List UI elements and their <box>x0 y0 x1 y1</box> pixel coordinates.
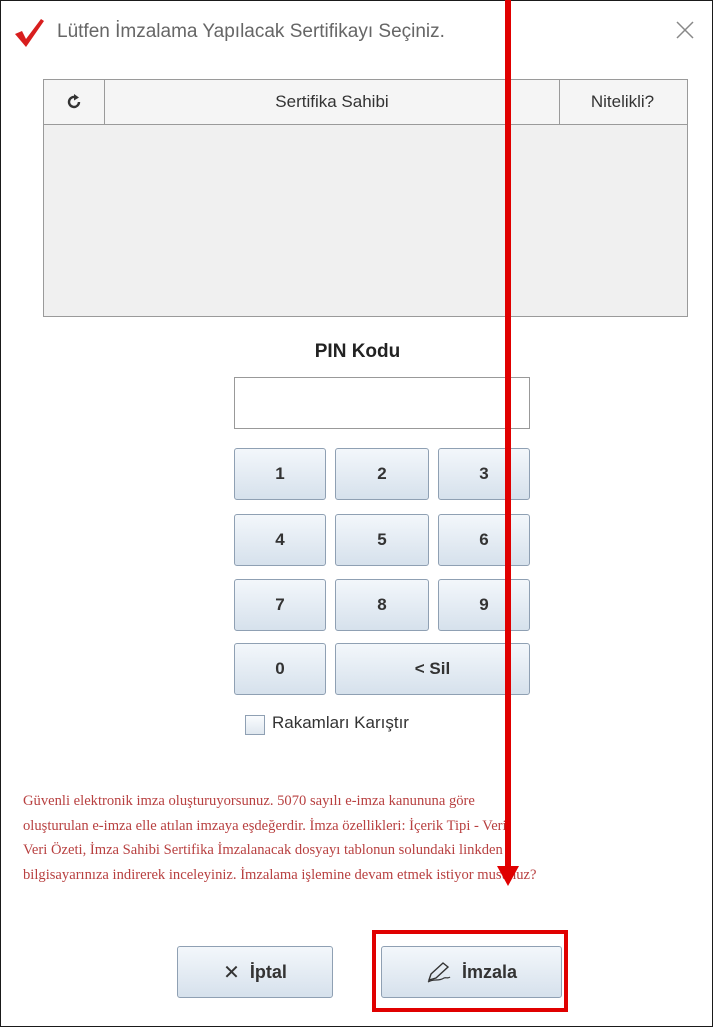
keypad-key-2[interactable]: 2 <box>335 448 429 500</box>
warning-line: Güvenli elektronik imza oluşturuyorsunuz… <box>23 793 475 809</box>
keypad-key-1[interactable]: 1 <box>234 448 326 500</box>
column-header-qualified[interactable]: Nitelikli? <box>560 80 685 124</box>
close-button[interactable] <box>672 17 698 43</box>
annotation-arrow-head <box>497 866 519 886</box>
keypad-key-9[interactable]: 9 <box>438 579 530 631</box>
cancel-button[interactable]: ✕ İptal <box>177 946 333 998</box>
annotation-highlight <box>372 930 568 1012</box>
legal-warning-text: Güvenli elektronik imza oluşturuyorsunuz… <box>23 789 703 887</box>
checkmark-icon <box>15 19 44 47</box>
title-bar: Lütfen İmzalama Yapılacak Sertifikayı Se… <box>1 1 712 63</box>
window-title: Lütfen İmzalama Yapılacak Sertifikayı Se… <box>57 21 445 42</box>
refresh-icon <box>67 94 81 109</box>
shuffle-checkbox[interactable] <box>245 715 265 735</box>
keypad-key-4[interactable]: 4 <box>234 514 326 566</box>
warning-line: Veri Özeti, İmza Sahibi Sertifika İmzala… <box>23 842 503 858</box>
delete-button[interactable]: < Sil <box>335 643 530 695</box>
pin-label: PIN Kodu <box>314 341 401 362</box>
pin-input[interactable] <box>234 377 530 429</box>
table-header: Sertifika Sahibi Nitelikli? <box>44 80 687 125</box>
refresh-button[interactable] <box>44 80 105 124</box>
keypad-key-6[interactable]: 6 <box>438 514 530 566</box>
keypad-key-0[interactable]: 0 <box>234 643 326 695</box>
certificate-table[interactable]: Sertifika Sahibi Nitelikli? <box>43 79 688 317</box>
annotation-arrow <box>505 0 511 868</box>
keypad-key-5[interactable]: 5 <box>335 514 429 566</box>
warning-line: oluşturulan e-imza elle atılan imzaya eş… <box>23 817 511 834</box>
shuffle-label: Rakamları Karıştır <box>272 713 409 732</box>
keypad-key-3[interactable]: 3 <box>438 448 530 500</box>
signing-dialog: Lütfen İmzalama Yapılacak Sertifikayı Se… <box>0 0 713 1027</box>
keypad-key-7[interactable]: 7 <box>234 579 326 631</box>
cancel-label: İptal <box>249 961 287 982</box>
keypad-key-8[interactable]: 8 <box>335 579 429 631</box>
close-icon <box>676 21 694 39</box>
close-icon: ✕ <box>223 961 240 984</box>
column-header-certificate-owner[interactable]: Sertifika Sahibi <box>105 80 560 124</box>
warning-line: bilgisayarınıza indirerek inceleyiniz. İ… <box>23 866 537 883</box>
